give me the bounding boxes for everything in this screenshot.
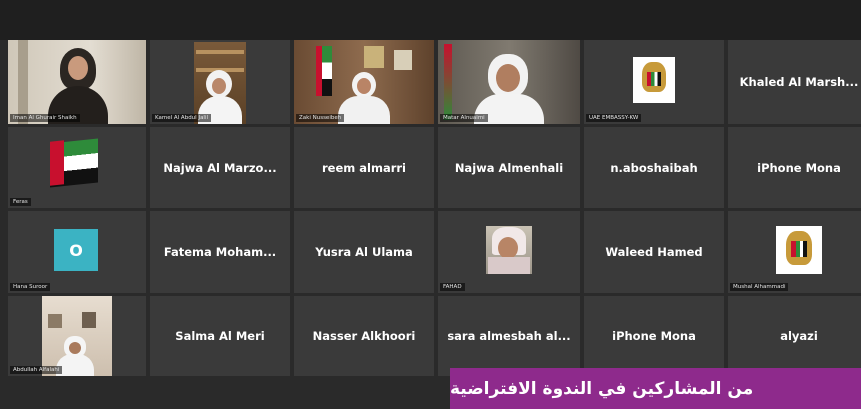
meeting-top-bar xyxy=(0,0,861,40)
participant-name: iPhone Mona xyxy=(612,329,696,343)
participant-tile[interactable]: Kamel Al Abdul Jalil xyxy=(150,40,290,124)
participant-tile[interactable]: alyazi xyxy=(728,296,861,376)
photo-caption-banner: من المشاركين في الندوة الافتراضية xyxy=(450,368,861,409)
participant-tile[interactable]: Mushal Alhammadi xyxy=(728,211,861,293)
participant-name-label: UAE EMBASSY-KW xyxy=(586,114,642,122)
participant-name: Khaled Al Marsh... xyxy=(739,75,859,89)
participant-video xyxy=(438,211,580,293)
participant-video xyxy=(150,40,290,124)
participant-name: Najwa Almenhali xyxy=(454,160,564,175)
participant-name: iPhone Mona xyxy=(757,160,841,175)
participant-tile[interactable]: UAE EMBASSY-KW xyxy=(584,40,724,124)
participant-name-label: Kamel Al Abdul Jalil xyxy=(152,114,212,122)
participant-name-label: FAHAD xyxy=(440,283,465,291)
participant-gallery: Iman Al Ghurair Shaikh Kamel Al Abdul Ja… xyxy=(8,40,861,376)
participant-name: Najwa Al Marzo... xyxy=(163,160,277,175)
participant-tile[interactable]: Iman Al Ghurair Shaikh xyxy=(8,40,146,124)
avatar: O xyxy=(54,229,98,271)
participant-name-label: Mushal Alhammadi xyxy=(730,283,789,291)
avatar-letter: O xyxy=(69,240,83,260)
participant-name: Fatema Moham... xyxy=(163,245,277,259)
participant-video xyxy=(8,127,146,208)
participant-video xyxy=(8,40,146,124)
participant-tile[interactable]: Najwa Al Marzo... xyxy=(150,127,290,208)
participant-tile[interactable]: n.aboshaibah xyxy=(584,127,724,208)
participant-name: n.aboshaibah xyxy=(610,160,698,175)
participant-tile[interactable]: iPhone Mona xyxy=(584,296,724,376)
participant-name: sara almesbah al... xyxy=(447,329,571,343)
participant-tile[interactable]: Nasser Alkhoori xyxy=(294,296,434,376)
participant-name: Yusra Al Ulama xyxy=(315,245,413,259)
video-conference-screen: Iman Al Ghurair Shaikh Kamel Al Abdul Ja… xyxy=(0,0,861,409)
participant-tile[interactable]: reem almarri xyxy=(294,127,434,208)
participant-video xyxy=(728,211,861,293)
participant-tile[interactable]: iPhone Mona xyxy=(728,127,861,208)
participant-video xyxy=(584,40,724,124)
participant-name: Waleed Hamed xyxy=(605,245,703,259)
participant-tile[interactable]: Salma Al Meri xyxy=(150,296,290,376)
participant-name-label: Feras xyxy=(10,198,31,206)
participant-tile[interactable]: Abdullah Alfalahi xyxy=(8,296,146,376)
participant-tile[interactable]: Waleed Hamed xyxy=(584,211,724,293)
participant-name-label: Zaki Nusseibeh xyxy=(296,114,345,122)
participant-tile[interactable]: Matar Alnuaimi xyxy=(438,40,580,124)
participant-tile[interactable]: O Hana Suroor xyxy=(8,211,146,293)
participant-tile[interactable]: FAHAD xyxy=(438,211,580,293)
caption-text: من المشاركين في الندوة الافتراضية xyxy=(450,378,754,399)
participant-tile[interactable]: Fatema Moham... xyxy=(150,211,290,293)
participant-tile[interactable]: Najwa Almenhali xyxy=(438,127,580,208)
participant-name-label: Abdullah Alfalahi xyxy=(10,366,63,374)
participant-tile[interactable]: Zaki Nusseibeh xyxy=(294,40,434,124)
participant-name-label: Hana Suroor xyxy=(10,283,51,291)
participant-name: Salma Al Meri xyxy=(175,329,265,343)
participant-tile[interactable]: sara almesbah al... xyxy=(438,296,580,376)
participant-name: reem almarri xyxy=(322,160,406,175)
participant-tile[interactable]: Khaled Al Marsh... xyxy=(728,40,861,124)
participant-video xyxy=(294,40,434,124)
participant-video xyxy=(438,40,580,124)
participant-tile[interactable]: Yusra Al Ulama xyxy=(294,211,434,293)
participant-video xyxy=(8,296,146,376)
participant-name-label: Matar Alnuaimi xyxy=(440,114,488,122)
participant-name: alyazi xyxy=(780,329,818,343)
participant-name-label: Iman Al Ghurair Shaikh xyxy=(10,114,80,122)
participant-name: Nasser Alkhoori xyxy=(312,329,416,343)
participant-tile[interactable]: Feras xyxy=(8,127,146,208)
